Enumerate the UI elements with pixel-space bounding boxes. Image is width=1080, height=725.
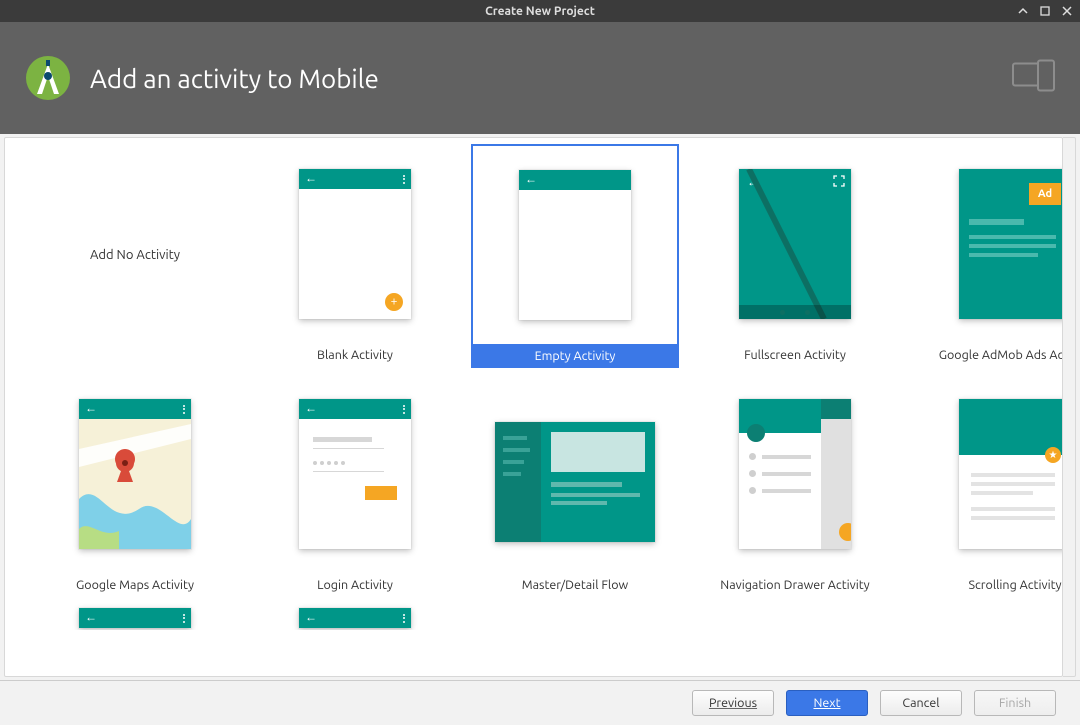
template-thumbnail[interactable]: ← [691,144,899,344]
template-admob[interactable]: Ad Google AdMob Ads Activity [905,138,1062,368]
vertical-scrollbar[interactable] [1063,137,1076,677]
maximize-icon[interactable] [1038,4,1052,18]
template-thumbnail[interactable] [691,374,899,574]
form-factor-icon [1012,60,1056,97]
next-button[interactable]: Next [786,690,868,716]
template-none[interactable]: Add No Activity [25,138,245,368]
template-label: Add No Activity [31,144,239,366]
android-studio-logo-icon [24,54,72,102]
template-panel: Add No Activity←+Blank Activity←Empty Ac… [4,137,1063,677]
template-partial[interactable]: ← [25,596,245,630]
cancel-button[interactable]: Cancel [880,690,962,716]
template-thumbnail[interactable]: ← [472,145,678,345]
template-thumbnail[interactable] [471,374,679,574]
template-label: Fullscreen Activity [691,344,899,366]
template-label: Master/Detail Flow [471,574,679,596]
template-label: Google Maps Activity [31,574,239,596]
template-scrolling[interactable]: ★ Scrolling Activity [905,368,1062,596]
template-label: Blank Activity [251,344,459,366]
template-thumbnail[interactable]: ★ [911,374,1062,574]
template-label: Navigation Drawer Activity [691,574,899,596]
wizard-footer: Previous Next Cancel Finish [0,680,1080,725]
previous-button[interactable]: Previous [692,690,774,716]
template-thumbnail[interactable]: ← [251,602,459,630]
template-login[interactable]: ← Login Activity [245,368,465,596]
template-label: Google AdMob Ads Activity [911,344,1062,366]
content-area: Add No Activity←+Blank Activity←Empty Ac… [0,134,1080,680]
page-title: Add an activity to Mobile [90,64,379,93]
template-label: Scrolling Activity [911,574,1062,596]
template-label: Login Activity [251,574,459,596]
close-icon[interactable] [1060,4,1074,18]
template-thumbnail[interactable]: ← [251,374,459,574]
template-thumbnail[interactable]: Ad [911,144,1062,344]
wizard-header: Add an activity to Mobile [0,22,1080,134]
template-masterdetail[interactable]: Master/Detail Flow [465,368,685,596]
template-thumbnail[interactable]: ← [31,374,239,574]
window-titlebar: Create New Project [0,0,1080,22]
window-controls [1016,4,1074,18]
template-maps[interactable]: ← Google Maps Activity [25,368,245,596]
template-thumbnail[interactable]: ← [31,602,239,630]
minimize-icon[interactable] [1016,4,1030,18]
template-empty[interactable]: ←Empty Activity [465,138,685,368]
template-blank[interactable]: ←+Blank Activity [245,138,465,368]
template-navdrawer[interactable]: Navigation Drawer Activity [685,368,905,596]
template-partial[interactable]: ← [245,596,465,630]
template-label: Empty Activity [472,345,678,367]
template-fullscreen[interactable]: ← Fullscreen Activity [685,138,905,368]
template-thumbnail[interactable]: ←+ [251,144,459,344]
finish-button: Finish [974,690,1056,716]
window-title: Create New Project [0,5,1080,18]
